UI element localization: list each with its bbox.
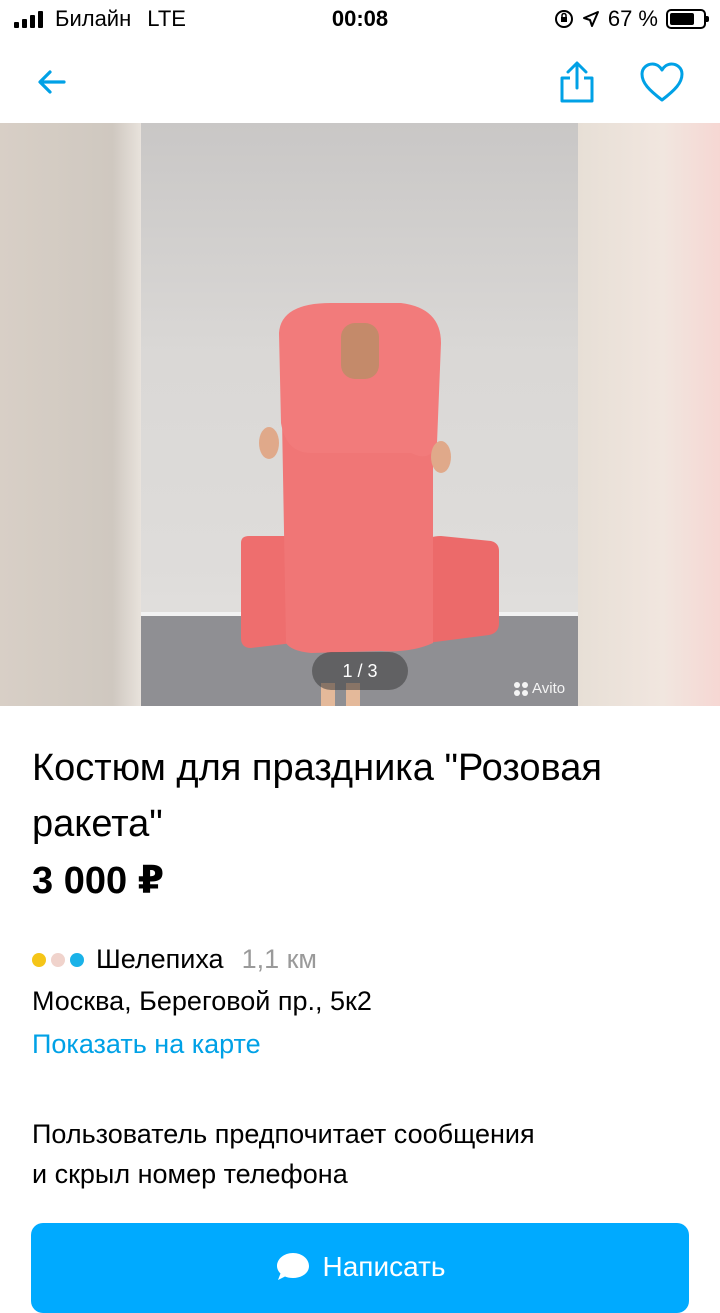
- contact-note-line-2: и скрыл номер телефона: [32, 1159, 348, 1189]
- battery-icon: [666, 9, 709, 29]
- write-button-label: Написать: [322, 1251, 446, 1282]
- back-button[interactable]: [24, 54, 80, 110]
- listing-address: Москва, Береговой пр., 5к2: [32, 986, 372, 1016]
- costume-illustration: [241, 303, 499, 706]
- photo-counter: 1 / 3: [312, 652, 408, 690]
- orientation-lock-icon: [554, 10, 573, 28]
- status-right: 67 %: [554, 6, 709, 32]
- location-arrow-icon: [582, 11, 599, 27]
- metro-line-dot-yellow: [32, 952, 46, 967]
- metro-line-icon: [32, 952, 84, 967]
- avito-watermark: Avito: [514, 680, 565, 697]
- contact-note-line-1: Пользователь предпочитает сообщения: [32, 1119, 535, 1149]
- photo-gallery[interactable]: 1 / 3 Avito: [0, 123, 720, 706]
- heart-icon: [640, 62, 684, 102]
- metro-line-dot-pink: [51, 952, 65, 967]
- watermark-text: Avito: [532, 680, 566, 697]
- favorite-button[interactable]: [634, 54, 690, 110]
- show-on-map-link[interactable]: Показать на карте: [32, 1029, 261, 1060]
- share-button[interactable]: [549, 54, 605, 110]
- listing-title: Костюм для праздника "Розовая ракета": [32, 747, 602, 845]
- avito-logo-icon: [514, 681, 528, 696]
- next-photo-peek[interactable]: [578, 123, 720, 706]
- status-bar: Билайн LTE 00:08 67 %: [0, 0, 720, 40]
- listing-price: 3 000 ₽: [32, 860, 165, 902]
- listing-photo[interactable]: [141, 123, 578, 706]
- metro-line-dot-blue: [70, 952, 84, 967]
- write-message-button[interactable]: Написать: [31, 1223, 689, 1313]
- previous-photo-peek[interactable]: [0, 123, 141, 706]
- metro-distance: 1,1 км: [241, 944, 317, 974]
- contact-preference-note: Пользователь предпочитает сообщения и ск…: [32, 1114, 672, 1194]
- nav-bar: [0, 40, 720, 124]
- metro-station: Шелепиха 1,1 км: [32, 944, 317, 975]
- battery-percent: 67 %: [607, 6, 658, 31]
- back-arrow-icon: [38, 70, 66, 94]
- chat-bubble-icon: [276, 1253, 309, 1280]
- share-icon: [560, 61, 594, 103]
- metro-station-name: Шелепиха: [96, 944, 224, 974]
